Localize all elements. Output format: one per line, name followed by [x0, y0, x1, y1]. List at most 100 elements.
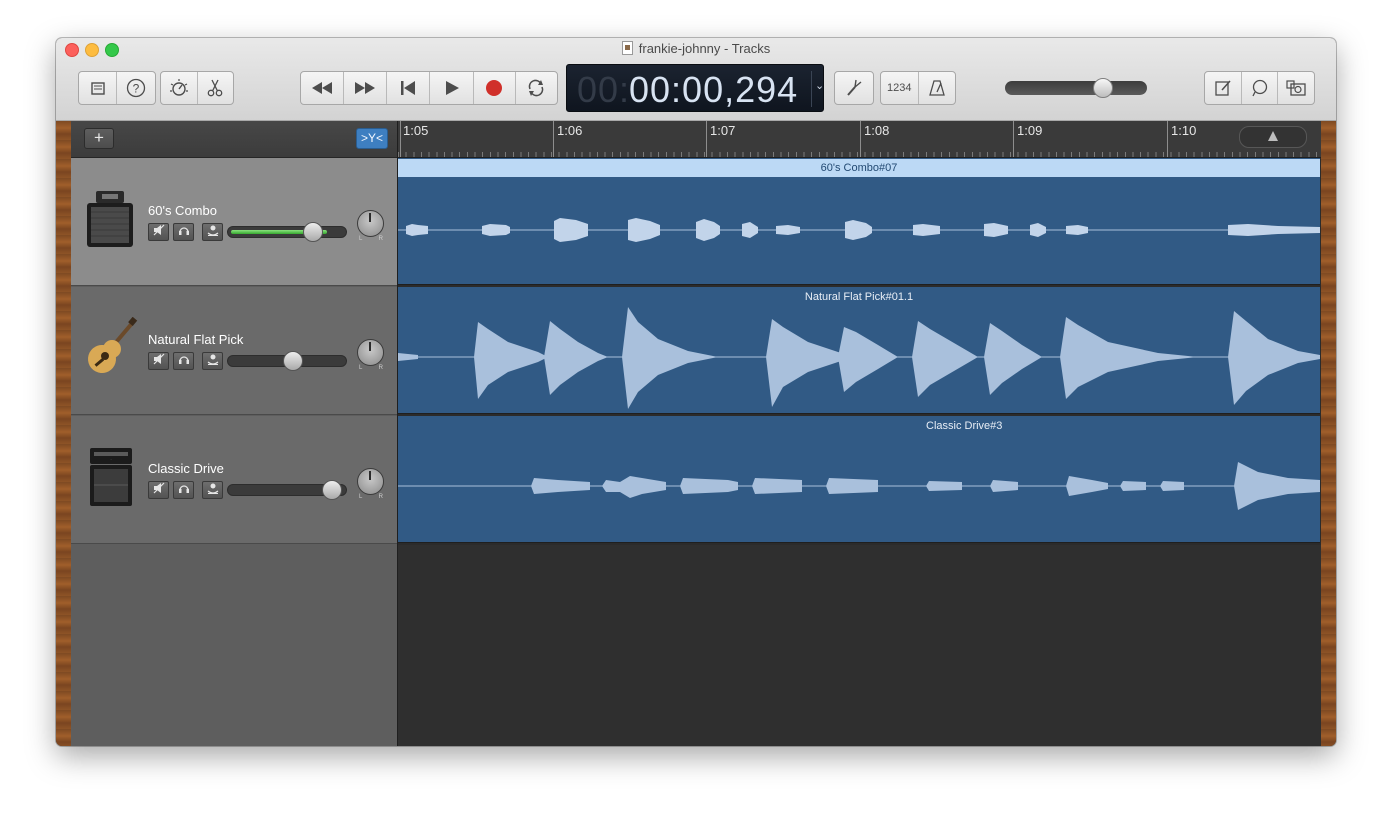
- waveform: [398, 462, 1320, 510]
- wood-panel-right: [1321, 121, 1336, 746]
- library-icon: [90, 81, 105, 95]
- track-name: Classic Drive: [148, 461, 224, 476]
- scissors-icon: [207, 79, 223, 97]
- input-monitor-button[interactable]: [202, 352, 223, 370]
- track-volume-knob[interactable]: [303, 222, 323, 242]
- acoustic-guitar-icon: [88, 317, 138, 373]
- lcd-display[interactable]: 00: 00:00,294 ⌄: [566, 64, 824, 112]
- metronome-button[interactable]: [919, 72, 956, 104]
- track-header-classic-drive[interactable]: · Classic Drive LR: [71, 416, 397, 544]
- solo-button[interactable]: [173, 481, 194, 499]
- mute-button[interactable]: [148, 481, 169, 499]
- track-volume-slider[interactable]: [227, 226, 347, 238]
- ruler-label: 1:05: [403, 123, 429, 138]
- count-in-button[interactable]: 1234: [881, 72, 919, 104]
- ruler-tick: [1167, 121, 1168, 157]
- catch-playhead-button[interactable]: >Y<: [356, 128, 388, 149]
- track-buttons: [148, 223, 223, 241]
- region-natural-flat-pick[interactable]: Natural Flat Pick#01.1: [398, 287, 1320, 414]
- region-name: 60's Combo#07: [398, 159, 1320, 177]
- speaker-mute-icon: [153, 482, 164, 494]
- pan-knob[interactable]: [357, 210, 384, 237]
- rewind-icon: [312, 82, 333, 94]
- chevron-down-icon[interactable]: ⌄: [815, 79, 824, 92]
- empty-tracks-area[interactable]: [398, 545, 1321, 746]
- input-monitor-button[interactable]: [202, 223, 223, 241]
- garageband-window: frankie-johnny - Tracks ? 00: 00:00,294 …: [56, 38, 1336, 746]
- view-button-group: ?: [78, 71, 156, 105]
- speaker-mute-icon: [153, 224, 164, 236]
- editors-button[interactable]: [198, 72, 234, 104]
- track-name: Natural Flat Pick: [148, 332, 244, 347]
- notepad-icon: [1215, 80, 1231, 96]
- svg-text:?: ?: [132, 82, 139, 96]
- track-volume-knob[interactable]: [322, 480, 342, 500]
- pan-knob[interactable]: [357, 339, 384, 366]
- ruler-label: 1:10: [1171, 123, 1197, 138]
- ruler-tick: [553, 121, 554, 157]
- mute-button[interactable]: [148, 352, 169, 370]
- help-icon: ?: [126, 78, 145, 98]
- track-header-60s-combo[interactable]: 60's Combo LR: [71, 158, 397, 286]
- lcd-divider: [811, 71, 812, 107]
- ruler-tick: [860, 121, 861, 157]
- input-monitor-button[interactable]: [202, 481, 223, 499]
- edit-button-group: [160, 71, 234, 105]
- cycle-icon: [529, 79, 544, 97]
- track-buttons: [148, 481, 223, 499]
- record-icon: [486, 80, 503, 96]
- horizontal-zoom-slider[interactable]: [1239, 126, 1307, 148]
- tuner-group: [834, 71, 874, 105]
- help-button[interactable]: ?: [117, 72, 154, 104]
- track-volume-knob[interactable]: [283, 351, 303, 371]
- headphones-icon: [178, 227, 189, 235]
- input-monitor-icon: [207, 354, 218, 365]
- count-in-metronome-group: 1234: [880, 71, 956, 105]
- region-classic-drive[interactable]: Classic Drive#3: [398, 416, 1320, 543]
- rewind-button[interactable]: [301, 72, 345, 104]
- media-browser-button[interactable]: [1278, 72, 1314, 104]
- pan-knob[interactable]: [357, 468, 384, 495]
- fast-forward-icon: [355, 82, 376, 94]
- zoom-knob[interactable]: [1268, 131, 1278, 141]
- tuner-button[interactable]: [835, 72, 873, 104]
- region-60s-combo[interactable]: 60's Combo#07: [398, 158, 1320, 285]
- loop-browser-button[interactable]: [1242, 72, 1279, 104]
- solo-button[interactable]: [173, 352, 194, 370]
- speaker-mute-icon: [153, 353, 164, 365]
- mute-button[interactable]: [148, 223, 169, 241]
- track-header-toolbar: + >Y<: [71, 121, 397, 158]
- solo-button[interactable]: [173, 223, 194, 241]
- go-to-start-button[interactable]: [387, 72, 431, 104]
- track-buttons: [148, 352, 223, 370]
- cycle-button[interactable]: [516, 72, 557, 104]
- window-title-text: frankie-johnny - Tracks: [638, 41, 771, 56]
- add-track-button[interactable]: +: [84, 128, 114, 149]
- ruler-tick: [706, 121, 707, 157]
- document-icon: [621, 41, 633, 55]
- transport-controls: [300, 71, 558, 105]
- library-button[interactable]: [79, 72, 117, 104]
- ruler-label: 1:07: [710, 123, 736, 138]
- master-volume-knob[interactable]: [1093, 78, 1113, 98]
- waveform: [398, 218, 1320, 242]
- play-icon: [445, 81, 459, 95]
- track-header-natural-flat-pick[interactable]: Natural Flat Pick LR: [71, 287, 397, 415]
- input-monitor-icon: [207, 225, 218, 236]
- browser-button-group: [1204, 71, 1315, 105]
- play-button[interactable]: [430, 72, 474, 104]
- headphones-icon: [178, 356, 189, 364]
- ruler-tick: [400, 121, 401, 157]
- amp-combo-icon: [87, 191, 133, 247]
- lcd-hours-dim: 00:: [577, 69, 631, 110]
- ruler-label: 1:09: [1017, 123, 1043, 138]
- record-button[interactable]: [474, 72, 516, 104]
- smart-controls-button[interactable]: [161, 72, 198, 104]
- timeline-ruler[interactable]: 1:05 1:06 1:07 1:08 1:09 1:10: [398, 121, 1321, 158]
- media-icon: [1286, 80, 1306, 96]
- toolbar: frankie-johnny - Tracks ? 00: 00:00,294 …: [56, 38, 1336, 121]
- notepad-button[interactable]: [1205, 72, 1242, 104]
- master-volume-slider[interactable]: [1005, 81, 1147, 95]
- svg-text:·: ·: [110, 457, 111, 462]
- fast-forward-button[interactable]: [344, 72, 388, 104]
